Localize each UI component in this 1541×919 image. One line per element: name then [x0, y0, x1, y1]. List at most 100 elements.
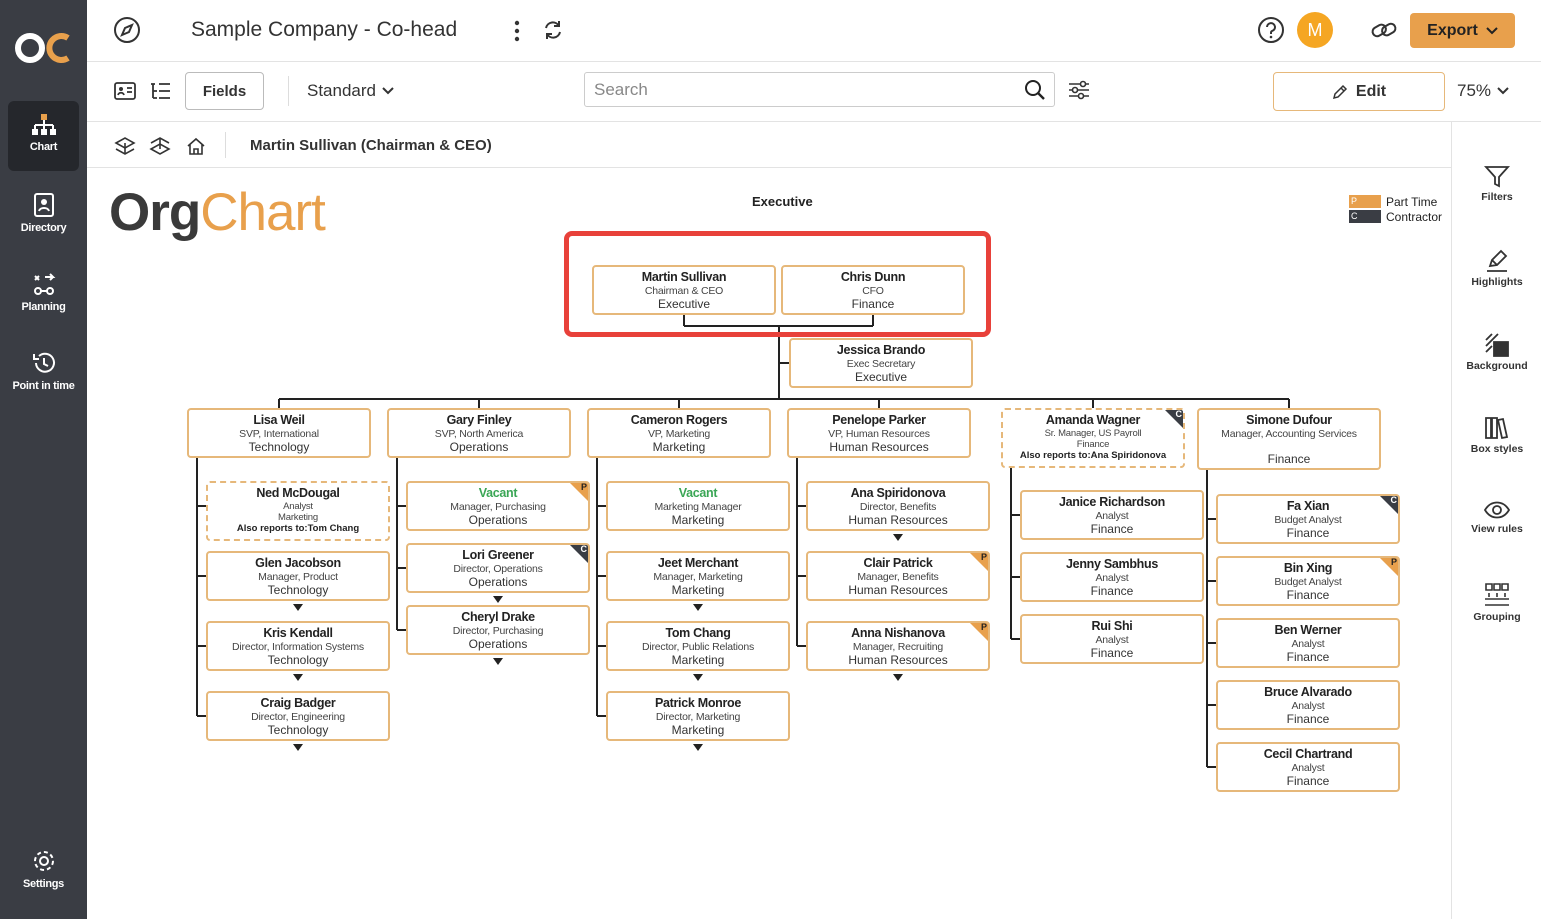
person-card[interactable]: Vacant Manager, Purchasing Operations P — [406, 481, 590, 531]
person-department: Technology — [248, 440, 310, 454]
person-card[interactable]: Amanda Wagner Sr. Manager, US Payroll Fina… — [1001, 408, 1185, 468]
expand-arrow-icon[interactable] — [693, 604, 703, 611]
person-card[interactable]: Craig Badger Director, Engineering Technol… — [206, 691, 390, 741]
person-card[interactable]: Anna Nishanova Manager, Recruiting Human R… — [806, 621, 990, 671]
home-icon — [187, 137, 205, 155]
background-label: Background — [1466, 360, 1528, 372]
box-styles-button[interactable]: Box styles — [1452, 415, 1541, 455]
expand-arrow-icon[interactable] — [293, 604, 303, 611]
orgchart-logo-icon[interactable] — [14, 28, 74, 68]
person-card[interactable]: Fa Xian Budget Analyst Finance C — [1216, 494, 1400, 544]
export-label: Export — [1427, 21, 1478, 39]
view-rules-button[interactable]: View rules — [1452, 499, 1541, 535]
person-card[interactable]: Bruce Alvarado Analyst Finance — [1216, 680, 1400, 730]
filters-button[interactable]: Filters — [1452, 165, 1541, 203]
user-avatar[interactable]: M — [1297, 12, 1333, 48]
list-view-button[interactable] — [149, 80, 171, 102]
nav-directory[interactable]: Directory — [8, 180, 79, 250]
person-department: Operations — [468, 513, 528, 527]
books-icon — [1485, 417, 1509, 440]
share-link-button[interactable] — [1369, 16, 1399, 44]
edit-button[interactable]: Edit — [1273, 72, 1445, 111]
person-card[interactable]: Penelope Parker VP, Human Resources Human … — [787, 408, 971, 458]
person-title: Director, Purchasing — [452, 625, 544, 637]
collapse-all-button[interactable] — [148, 134, 172, 158]
more-options-button[interactable] — [507, 18, 527, 44]
person-card[interactable]: Cheryl Drake Director, Purchasing Operatio… — [406, 605, 590, 655]
expand-arrow-icon[interactable] — [493, 596, 503, 603]
person-department: Operations — [468, 637, 528, 651]
expand-arrow-icon[interactable] — [293, 674, 303, 681]
expand-arrow-icon[interactable] — [493, 658, 503, 665]
highlights-button[interactable]: Highlights — [1452, 248, 1541, 288]
toolbar-divider — [288, 76, 289, 106]
person-name: Amanda Wagner — [1045, 413, 1141, 427]
person-department: Finance — [1090, 584, 1134, 598]
person-card[interactable]: Ned McDougal Analyst Marketing Also reports… — [206, 481, 390, 541]
person-card[interactable]: Ben Werner Analyst Finance — [1216, 618, 1400, 668]
person-card[interactable]: Tom Chang Director, Public Relations Marke… — [606, 621, 790, 671]
search-input[interactable] — [594, 79, 1004, 101]
explore-button[interactable] — [113, 16, 141, 44]
export-button[interactable]: Export — [1410, 13, 1515, 48]
nav-chart[interactable]: Chart — [8, 101, 79, 171]
tree-list-icon — [151, 83, 170, 99]
background-pattern-icon — [1485, 333, 1509, 357]
person-name: Bruce Alvarado — [1264, 685, 1352, 699]
home-button[interactable] — [184, 134, 208, 158]
person-card[interactable]: Clair Patrick Manager, Benefits Human Reso… — [806, 551, 990, 601]
history-icon — [32, 352, 55, 373]
person-card[interactable]: Glen Jacobson Manager, Product Technology — [206, 551, 390, 601]
expand-arrow-icon[interactable] — [293, 744, 303, 751]
person-card[interactable]: Rui Shi Analyst Finance — [1020, 614, 1204, 664]
person-name: Clair Patrick — [863, 556, 933, 570]
person-card[interactable]: Cameron Rogers VP, Marketing Marketing — [587, 408, 771, 458]
breadcrumb[interactable]: Martin Sullivan (Chairman & CEO) — [250, 137, 492, 154]
person-name: Gary Finley — [446, 413, 512, 427]
expand-all-button[interactable] — [113, 134, 137, 158]
person-card[interactable]: Janice Richardson Analyst Finance — [1020, 490, 1204, 540]
person-card[interactable]: Vacant Marketing Manager Marketing — [606, 481, 790, 531]
fields-button[interactable]: Fields — [185, 72, 264, 110]
person-card[interactable]: Kris Kendall Director, Information System… — [206, 621, 390, 671]
nav-settings[interactable]: Settings — [8, 836, 79, 906]
person-card[interactable]: Simone Dufour Manager, Accounting Service… — [1197, 408, 1381, 470]
view-rules-label: View rules — [1471, 523, 1523, 535]
grouping-button[interactable]: Grouping — [1452, 581, 1541, 623]
person-card[interactable]: Ana Spiridonova Director, Benefits Human R… — [806, 481, 990, 531]
person-card[interactable]: Patrick Monroe Director, Marketing Marketi… — [606, 691, 790, 741]
also-reports-to: Also reports to:Ana Spiridonova — [1019, 450, 1167, 461]
badge-letter: P — [980, 552, 987, 562]
search-icon[interactable] — [1024, 79, 1046, 101]
org-chart-canvas[interactable]: OrgChart Executive P Part Time C Contracto… — [87, 168, 1451, 919]
card-view-button[interactable] — [114, 80, 136, 102]
nav-point-in-time[interactable]: Point in time — [8, 338, 79, 408]
expand-arrow-icon[interactable] — [693, 744, 703, 751]
background-button[interactable]: Background — [1452, 332, 1541, 372]
person-card[interactable]: Lori Greener Director, Operations Operatio… — [406, 543, 590, 593]
expand-arrow-icon[interactable] — [693, 674, 703, 681]
person-card[interactable]: Bin Xing Budget Analyst Finance P — [1216, 556, 1400, 606]
badge-letter: P — [1390, 557, 1397, 567]
person-department: Finance — [1267, 452, 1311, 466]
person-card[interactable]: Jessica Brando Exec Secretary Executive — [789, 338, 973, 388]
help-button[interactable] — [1257, 16, 1285, 44]
person-card[interactable]: Jeet Merchant Manager, Marketing Marketing — [606, 551, 790, 601]
search-filter-button[interactable] — [1067, 78, 1091, 102]
expand-arrow-icon[interactable] — [893, 674, 903, 681]
person-name: Janice Richardson — [1058, 495, 1166, 509]
zoom-dropdown[interactable]: 75% — [1457, 81, 1509, 101]
view-mode-dropdown[interactable]: Standard — [307, 81, 394, 101]
person-card[interactable]: Gary Finley SVP, North America Operations — [387, 408, 571, 458]
person-card[interactable]: Lisa Weil SVP, International Technology — [187, 408, 371, 458]
nav-chart-label: Chart — [29, 141, 58, 153]
person-card[interactable]: Cecil Chartrand Analyst Finance — [1216, 742, 1400, 792]
expand-arrow-icon[interactable] — [893, 534, 903, 541]
nav-planning[interactable]: Planning — [8, 259, 79, 329]
person-card[interactable]: Jenny Sambhus Analyst Finance — [1020, 552, 1204, 602]
person-name: Vacant — [478, 486, 518, 500]
person-name: Vacant — [678, 486, 718, 500]
person-name: Fa Xian — [1286, 499, 1330, 513]
refresh-button[interactable] — [541, 18, 565, 42]
filters-label: Filters — [1481, 191, 1513, 203]
